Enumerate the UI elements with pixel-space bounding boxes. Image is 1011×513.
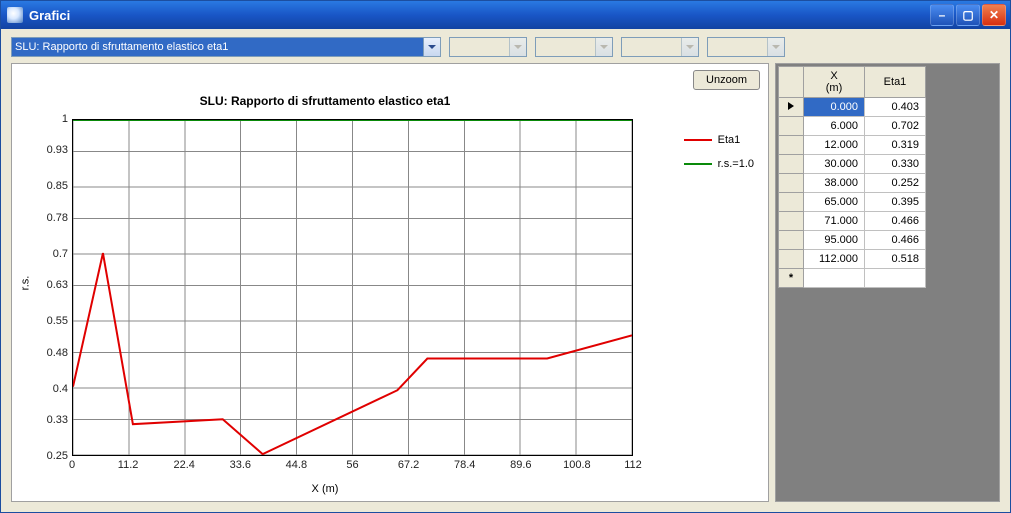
table-row[interactable]: 0.0000.403	[779, 98, 926, 117]
cell-eta1[interactable]: 0.466	[865, 212, 926, 231]
app-icon	[7, 7, 23, 23]
cell-eta1[interactable]: 0.395	[865, 193, 926, 212]
row-header[interactable]	[779, 231, 804, 250]
cell-x[interactable]: 65.000	[804, 193, 865, 212]
y-ticks: 0.250.330.40.480.550.630.70.780.850.931	[36, 119, 70, 456]
table-corner	[779, 67, 804, 98]
table-row[interactable]: 6.0000.702	[779, 117, 926, 136]
series-selector-combo[interactable]: SLU: Rapporto di sfruttamento elastico e…	[11, 37, 441, 57]
table-row[interactable]: 71.0000.466	[779, 212, 926, 231]
chart-title: SLU: Rapporto di sfruttamento elastico e…	[12, 94, 638, 108]
cell-eta1[interactable]: 0.252	[865, 174, 926, 193]
x-axis-label: X (m)	[12, 483, 638, 495]
close-button[interactable]: ✕	[982, 4, 1006, 26]
cell-x[interactable]: 71.000	[804, 212, 865, 231]
cell-x[interactable]: 95.000	[804, 231, 865, 250]
legend-item-eta1: Eta1	[684, 134, 754, 146]
cell-x[interactable]: 0.000	[804, 98, 865, 117]
data-grid-panel: X (m) Eta1 0.0000.4036.0000.70212.0000.3…	[775, 63, 1000, 502]
col-header-eta1[interactable]: Eta1	[865, 67, 926, 98]
cell-eta1[interactable]: 0.330	[865, 155, 926, 174]
table-row[interactable]: 95.0000.466	[779, 231, 926, 250]
combo-disabled-4	[707, 37, 785, 57]
row-header[interactable]	[779, 250, 804, 269]
table-row[interactable]: 112.0000.518	[779, 250, 926, 269]
table-row[interactable]: 38.0000.252	[779, 174, 926, 193]
legend-swatch-eta1	[684, 139, 712, 141]
toolbar: SLU: Rapporto di sfruttamento elastico e…	[1, 29, 1010, 63]
row-header[interactable]	[779, 212, 804, 231]
cell-x[interactable]: 12.000	[804, 136, 865, 155]
cell-eta1[interactable]: 0.403	[865, 98, 926, 117]
data-table[interactable]: X (m) Eta1 0.0000.4036.0000.70212.0000.3…	[778, 66, 926, 288]
row-header[interactable]	[779, 98, 804, 117]
cell-eta1[interactable]: 0.466	[865, 231, 926, 250]
window-title: Grafici	[29, 8, 70, 23]
titlebar: Grafici – ▢ ✕	[1, 1, 1010, 29]
cell-eta1[interactable]	[865, 269, 926, 288]
x-ticks: 011.222.433.644.85667.278.489.6100.8112	[72, 459, 633, 475]
table-row[interactable]: 12.0000.319	[779, 136, 926, 155]
window-frame: Grafici – ▢ ✕ SLU: Rapporto di sfruttame…	[0, 0, 1011, 513]
maximize-button[interactable]: ▢	[956, 4, 980, 26]
row-header[interactable]	[779, 155, 804, 174]
legend-swatch-rs1	[684, 163, 712, 165]
combo-disabled-2	[535, 37, 613, 57]
y-axis-label: r.s.	[19, 275, 31, 290]
chart-plot-area[interactable]	[72, 119, 633, 456]
legend: Eta1 r.s.=1.0	[684, 134, 754, 182]
table-row[interactable]: 65.0000.395	[779, 193, 926, 212]
combo-disabled-1	[449, 37, 527, 57]
chart-panel: Unzoom SLU: Rapporto di sfruttamento ela…	[11, 63, 769, 502]
unzoom-button[interactable]: Unzoom	[693, 70, 760, 90]
row-header[interactable]	[779, 117, 804, 136]
legend-item-rs1: r.s.=1.0	[684, 158, 754, 170]
cell-x[interactable]: 112.000	[804, 250, 865, 269]
cell-x[interactable]	[804, 269, 865, 288]
combo-disabled-3	[621, 37, 699, 57]
row-header-new[interactable]: *	[779, 269, 804, 288]
cell-eta1[interactable]: 0.702	[865, 117, 926, 136]
combo-selected-text: SLU: Rapporto di sfruttamento elastico e…	[12, 38, 423, 56]
cell-x[interactable]: 38.000	[804, 174, 865, 193]
minimize-button[interactable]: –	[930, 4, 954, 26]
table-row[interactable]: 30.0000.330	[779, 155, 926, 174]
cell-x[interactable]: 6.000	[804, 117, 865, 136]
row-header[interactable]	[779, 193, 804, 212]
row-header[interactable]	[779, 136, 804, 155]
table-new-row[interactable]: *	[779, 269, 926, 288]
col-header-x[interactable]: X (m)	[804, 67, 865, 98]
cell-x[interactable]: 30.000	[804, 155, 865, 174]
cell-eta1[interactable]: 0.518	[865, 250, 926, 269]
row-header[interactable]	[779, 174, 804, 193]
cell-eta1[interactable]: 0.319	[865, 136, 926, 155]
chevron-down-icon[interactable]	[423, 38, 440, 56]
